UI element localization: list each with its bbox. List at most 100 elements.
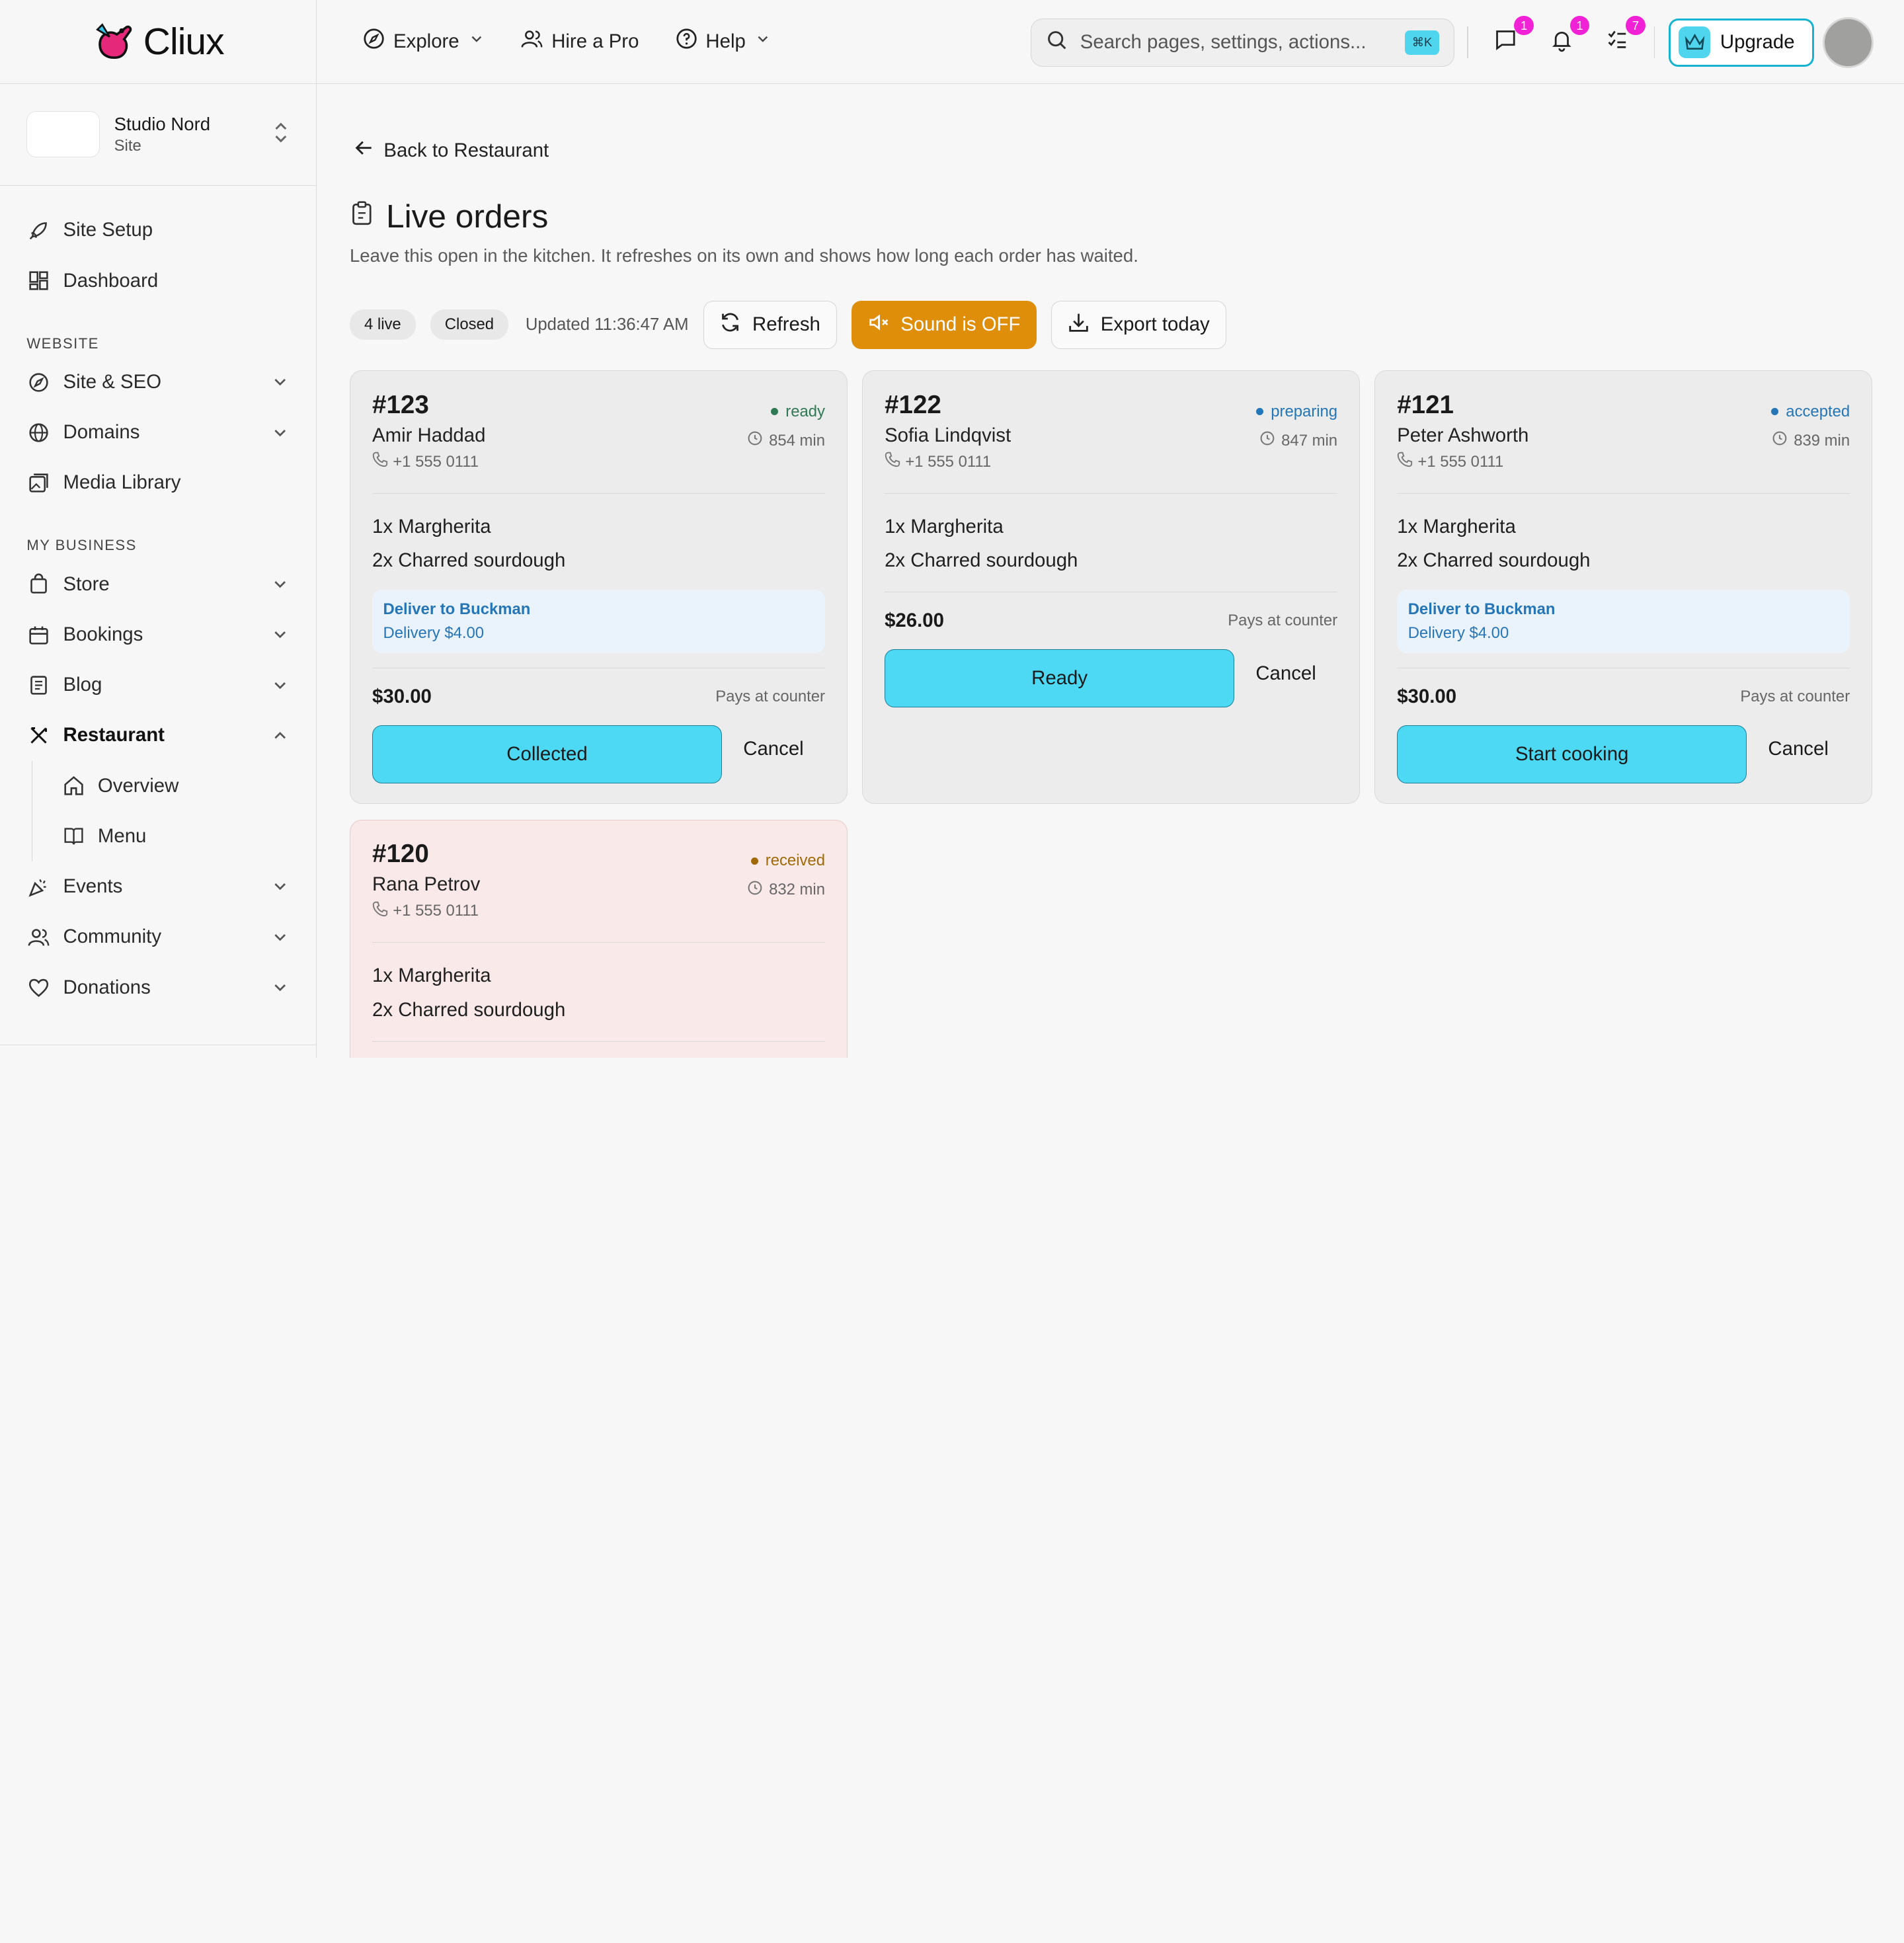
sidebar-item-domains[interactable]: Domains — [0, 407, 316, 457]
order-item: 2x Charred sourdough — [1397, 549, 1591, 571]
brand-logo[interactable]: Cliux — [0, 0, 317, 84]
sidebar-item-blog[interactable]: Blog — [0, 660, 316, 710]
sidebar-item-media-library[interactable]: Media Library — [0, 457, 316, 508]
export-label: Export today — [1100, 313, 1210, 336]
sidebar-item-label: Overview — [97, 774, 179, 797]
rocket-icon — [26, 218, 51, 243]
customer-phone: +1 555 0111 — [885, 452, 1337, 472]
notifications-badge: 1 — [1569, 15, 1590, 36]
clipboard-icon — [350, 200, 374, 231]
upgrade-button[interactable]: Upgrade — [1668, 18, 1814, 67]
divider — [1466, 26, 1468, 59]
sidebar-item-menu[interactable]: Menu — [31, 811, 317, 862]
sidebar-item-overview[interactable]: Overview — [31, 760, 317, 811]
customer-phone: +1 555 0111 — [1397, 452, 1850, 472]
chevron-down-icon — [270, 372, 290, 391]
payment-method: Pays at counter — [715, 687, 825, 705]
book-icon — [61, 824, 86, 849]
customer-phone: +1 555 0111 — [372, 452, 825, 472]
closed-badge: Closed — [430, 309, 509, 340]
sidebar-item-bookings[interactable]: Bookings — [0, 610, 316, 660]
sidebar-item-donations[interactable]: Donations — [0, 962, 316, 1012]
sidebar-item-label: Blog — [63, 674, 102, 696]
phone-text: +1 555 0111 — [905, 452, 992, 471]
nav-hire-a-pro[interactable]: Hire a Pro — [521, 28, 639, 55]
globe-icon — [26, 420, 51, 445]
sidebar-item-site-seo[interactable]: Site & SEO — [0, 357, 316, 407]
messages-button[interactable]: 1 — [1490, 15, 1534, 58]
sidebar-item-community[interactable]: Community — [0, 912, 316, 962]
calendar-icon — [26, 623, 51, 647]
sidebar-item-events[interactable]: Events — [0, 861, 316, 912]
delivery-info: Deliver to Buckman Delivery $4.00 — [372, 589, 825, 654]
help-circle-icon — [676, 28, 697, 55]
export-button[interactable]: Export today — [1051, 300, 1226, 350]
nav-help[interactable]: Help — [676, 28, 772, 55]
order-card: #120 Rana Petrov +1 555 0111 received 83… — [349, 819, 848, 1058]
avatar[interactable] — [1822, 17, 1874, 68]
search-box[interactable]: ⌘K — [1031, 18, 1455, 67]
back-link[interactable]: Back to Restaurant — [354, 138, 549, 163]
party-icon — [26, 875, 51, 899]
tasks-badge: 7 — [1626, 15, 1646, 36]
sidebar-item-label: Bookings — [63, 623, 143, 646]
sound-label: Sound is OFF — [900, 313, 1021, 336]
page-subtitle: Leave this open in the kitchen. It refre… — [349, 245, 1138, 266]
status-badge: ready — [771, 403, 825, 421]
payment-method: Pays at counter — [1228, 612, 1338, 630]
sidebar-item-dashboard[interactable]: Dashboard — [0, 256, 316, 306]
updated-timestamp: Updated 11:36:47 AM — [525, 315, 689, 334]
collected-button[interactable]: Collected — [372, 725, 722, 783]
site-switcher[interactable]: Studio Nord Site — [0, 84, 317, 186]
site-name: Studio Nord — [114, 113, 211, 134]
cancel-button[interactable]: Cancel — [1747, 738, 1850, 760]
delivery-info: Deliver to Buckman Delivery $4.00 — [1397, 589, 1850, 654]
delivery-fee: Delivery $4.00 — [1408, 623, 1509, 642]
notifications-button[interactable]: 1 — [1546, 15, 1590, 58]
order-total: $26.00 — [885, 610, 944, 632]
nav-hire-label: Hire a Pro — [551, 30, 639, 52]
wait-time-text: 832 min — [769, 881, 825, 899]
bell-icon — [1550, 28, 1574, 58]
chevron-down-icon — [754, 30, 772, 53]
sidebar-item-restaurant[interactable]: Restaurant — [0, 710, 316, 760]
sound-toggle-button[interactable]: Sound is OFF — [851, 300, 1037, 350]
wait-time: 832 min — [747, 880, 825, 900]
sidebar-item-label: Dashboard — [63, 269, 159, 292]
cancel-button[interactable]: Cancel — [722, 738, 825, 760]
sidebar-item-label: Events — [63, 875, 123, 898]
main-content: Back to Restaurant Live orders Leave thi… — [349, 84, 1904, 1058]
sidebar-item-label: Donations — [63, 976, 151, 998]
blog-icon — [26, 673, 51, 697]
nav-explore[interactable]: Explore — [363, 28, 485, 55]
chevron-down-icon — [270, 676, 290, 695]
search-input[interactable] — [1080, 31, 1393, 54]
sidebar-item-site-setup[interactable]: Site Setup — [0, 205, 316, 255]
page-title: Live orders — [350, 197, 548, 235]
sidebar-item-label: Domains — [63, 421, 140, 444]
status-badge: preparing — [1256, 403, 1337, 421]
start-cooking-button[interactable]: Start cooking — [1397, 725, 1747, 783]
tasks-button[interactable]: 7 — [1602, 15, 1646, 58]
wait-time-text: 839 min — [1794, 431, 1850, 450]
arrow-left-icon — [354, 138, 374, 163]
order-item: 2x Charred sourdough — [372, 998, 566, 1021]
status-badge: received — [750, 852, 825, 870]
refresh-button[interactable]: Refresh — [703, 300, 837, 350]
site-thumbnail — [26, 111, 100, 158]
chevron-down-icon — [468, 30, 485, 53]
users-icon — [26, 925, 51, 949]
sidebar-item-store[interactable]: Store — [0, 559, 316, 610]
phone-icon — [372, 901, 388, 922]
chevron-up-icon — [270, 726, 290, 745]
cancel-button[interactable]: Cancel — [1234, 662, 1337, 685]
brand-logo-mark-icon — [93, 20, 136, 63]
utensils-icon — [26, 723, 51, 748]
nav-explore-label: Explore — [393, 30, 459, 52]
live-count-badge: 4 live — [349, 309, 416, 340]
payment-method: Pays at counter — [1740, 687, 1850, 705]
ready-button[interactable]: Ready — [885, 649, 1235, 707]
section-label-my-business: MY BUSINESS — [26, 537, 137, 554]
orders-toolbar: 4 live Closed Updated 11:36:47 AM Refres… — [349, 300, 1226, 350]
sidebar-item-label: Site & SEO — [63, 371, 162, 393]
